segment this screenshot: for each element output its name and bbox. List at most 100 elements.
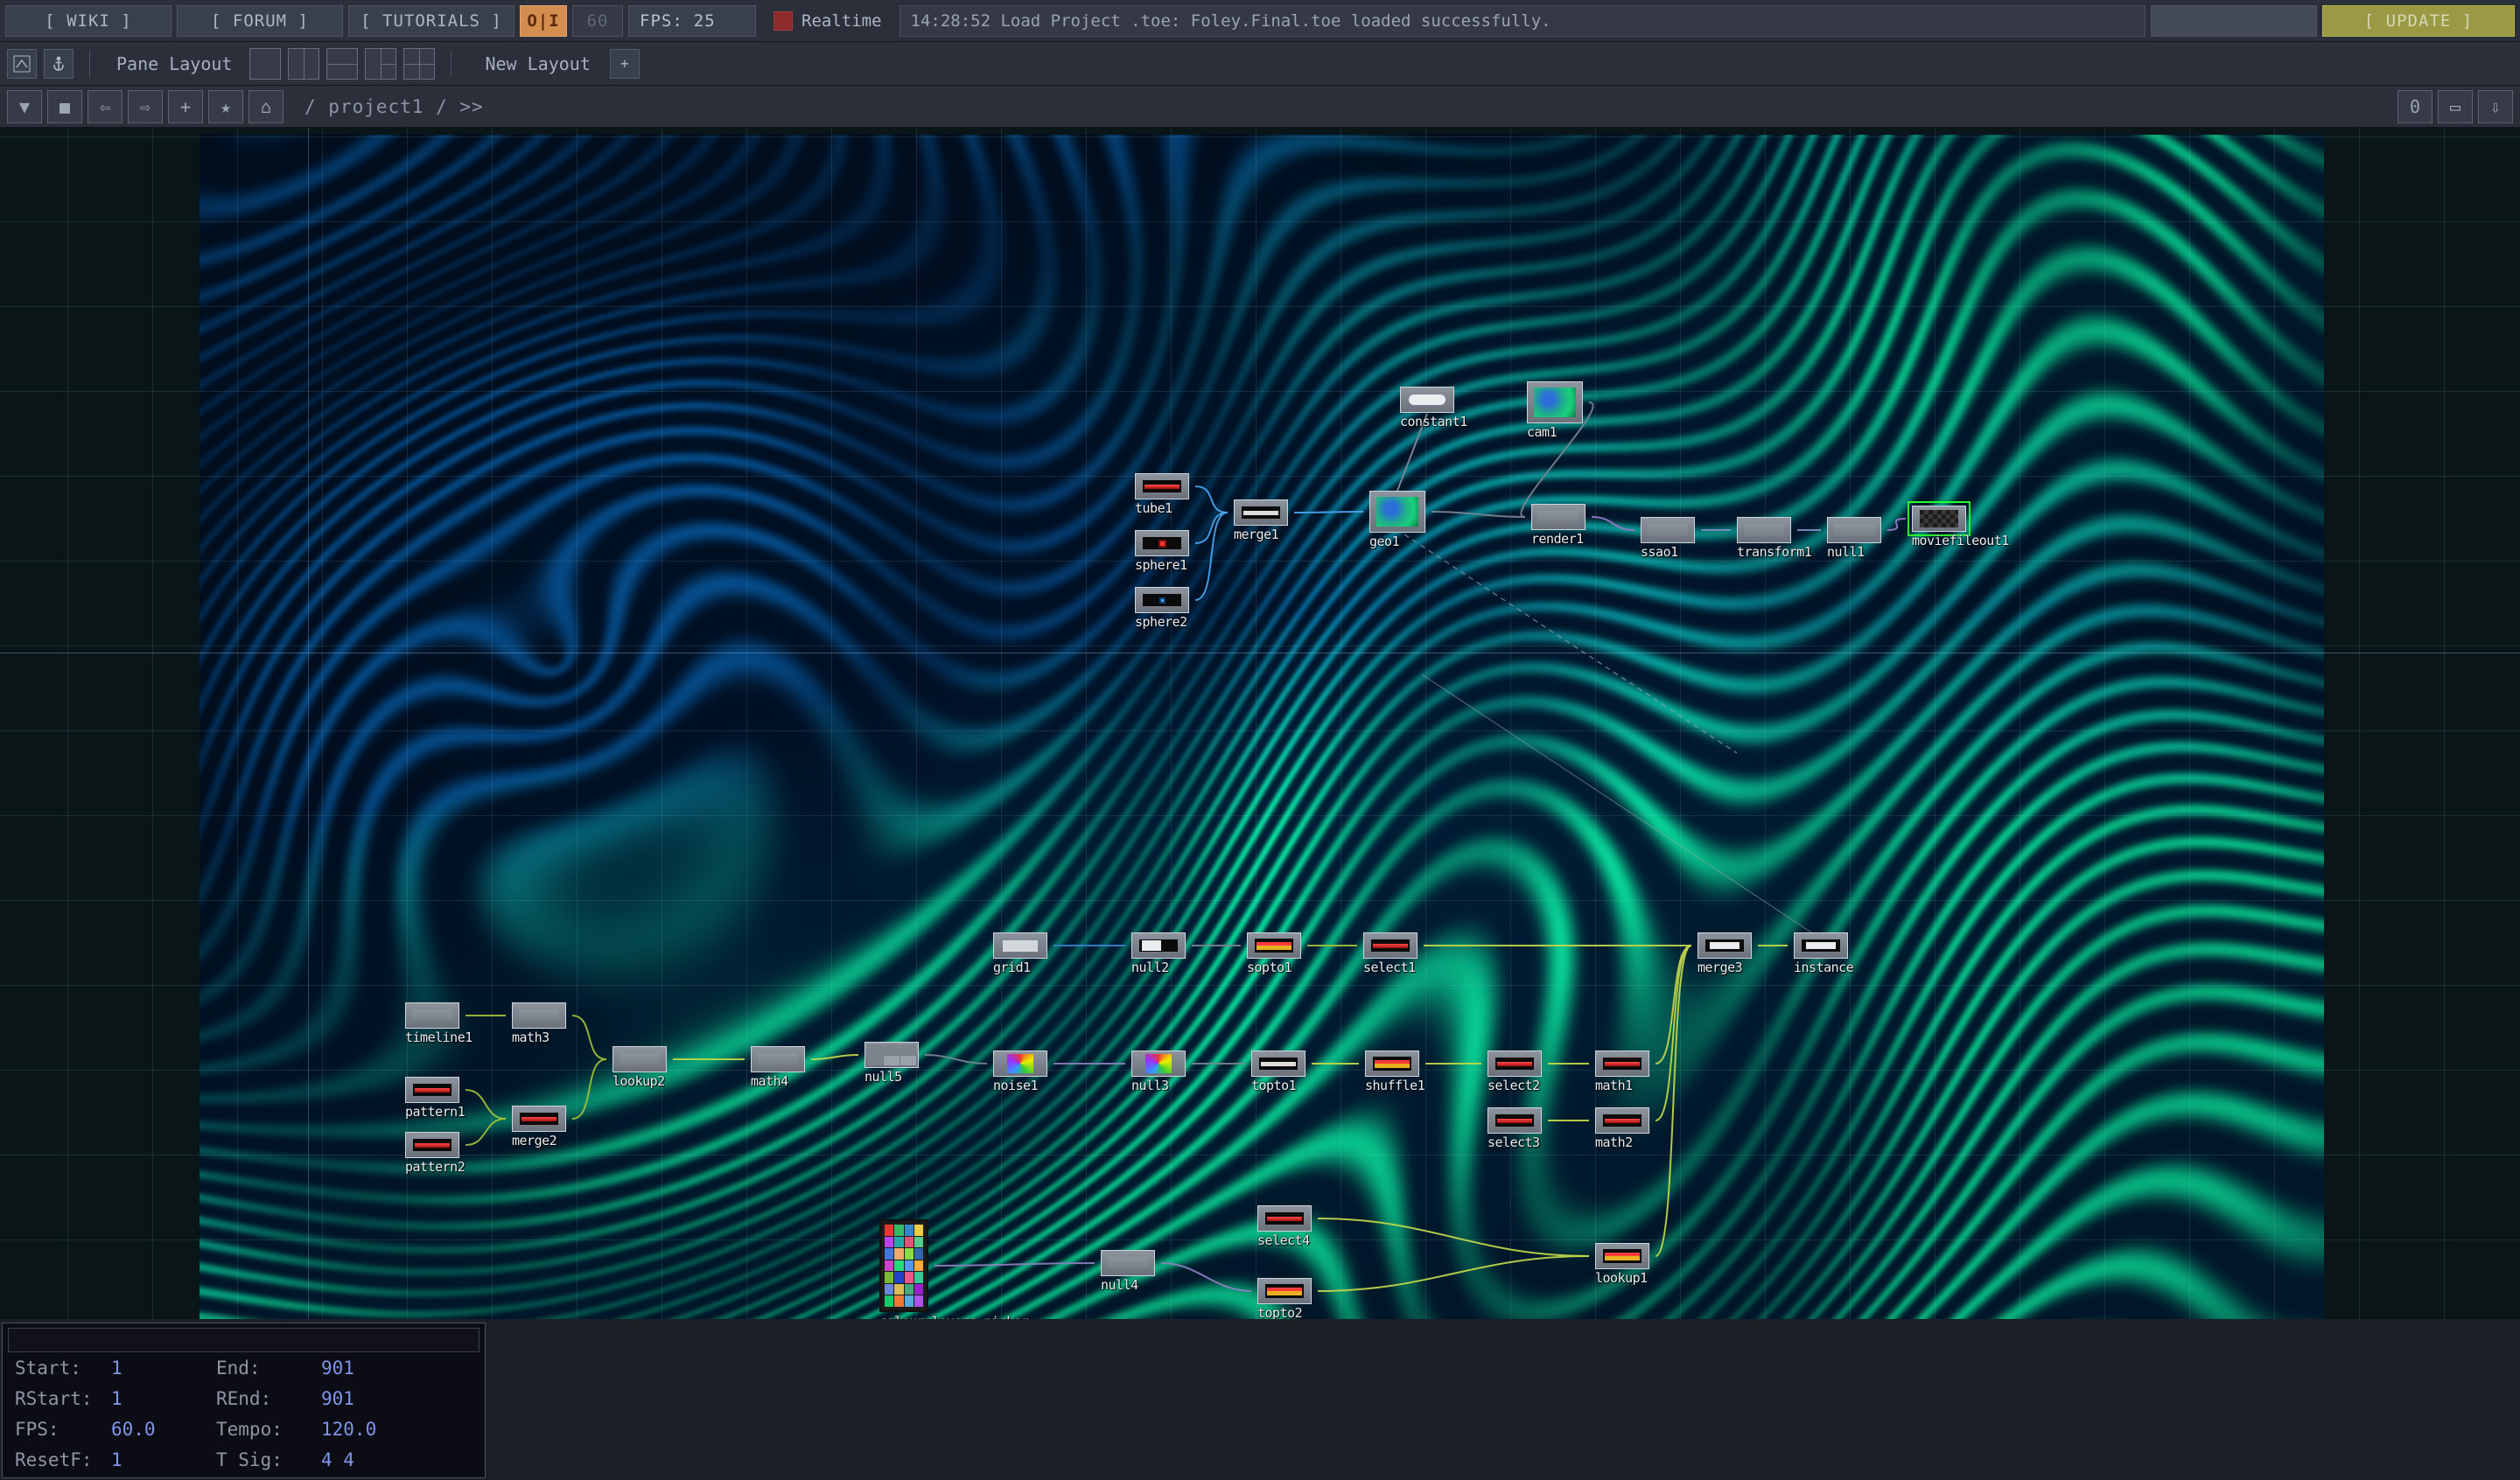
network-node-instance[interactable]: instance [1794,932,1854,975]
network-node-null3[interactable]: null3 [1131,1051,1186,1093]
network-node-noise1[interactable]: noise1 [993,1051,1047,1093]
node-body[interactable] [879,1219,928,1312]
timeline-setting-value-0[interactable]: 1 [111,1358,216,1379]
node-body[interactable] [1527,381,1583,423]
update-button[interactable]: [ UPDATE ] [2322,4,2515,37]
layout-preset-four[interactable] [403,47,436,80]
add-layout-button[interactable]: + [609,48,640,79]
node-body[interactable] [1365,1051,1419,1077]
timeline-setting-value-3[interactable]: 1 [111,1449,216,1470]
node-body[interactable] [512,1106,566,1132]
layout-preset-single[interactable] [249,47,282,80]
cook-toggle-button[interactable]: O|I [520,4,567,37]
window-pane-icon[interactable]: ▭ [2438,89,2473,123]
node-body[interactable] [1369,491,1425,533]
network-node-render1[interactable]: render1 [1531,504,1586,547]
network-node-moviefileout1[interactable]: moviefileout1 [1908,501,2009,548]
node-body[interactable] [1131,932,1186,959]
node-body[interactable] [405,1002,459,1029]
node-body[interactable] [1794,932,1848,959]
node-body[interactable] [1101,1250,1155,1276]
breadcrumb[interactable]: / project1 / >> [304,96,484,117]
node-body[interactable] [1595,1107,1649,1134]
network-node-math4[interactable]: math4 [751,1046,805,1089]
network-node-null1[interactable]: null1 [1827,517,1881,560]
network-node-math1[interactable]: math1 [1595,1051,1649,1093]
network-editor[interactable]: constant1 cam1 tube1 sphere1 sphere2 merge1 ge… [0,128,2520,1319]
network-node-select4[interactable]: select4 [1257,1205,1312,1248]
network-node-sphere2[interactable]: sphere2 [1135,587,1189,630]
network-node-timeline1[interactable]: timeline1 [405,1002,472,1045]
timeline-settings-panel[interactable]: Start: 1 End: 901 RStart: 1 REnd: 901 FPS: 60.0 Te… [2,1323,486,1478]
node-body[interactable] [1135,473,1189,499]
network-node-geo1[interactable]: geo1 [1369,491,1425,549]
network-node-math2[interactable]: math2 [1595,1107,1649,1150]
node-body[interactable] [612,1046,667,1072]
node-body[interactable] [405,1077,459,1103]
network-node-null2[interactable]: null2 [1131,932,1186,975]
node-body[interactable] [1251,1051,1306,1077]
network-node-lookup2[interactable]: lookup2 [612,1046,667,1089]
network-node-merge2[interactable]: merge2 [512,1106,566,1148]
forward-arrow-icon[interactable]: ⇨ [128,89,163,123]
home-icon[interactable]: ⌂ [248,89,284,123]
node-body[interactable] [1135,587,1189,613]
node-body[interactable] [1908,501,1970,536]
node-body[interactable] [1595,1243,1649,1269]
star-icon[interactable]: ★ [208,89,243,123]
timeline-setting-value2-3[interactable]: 4 4 [321,1449,426,1470]
node-body[interactable] [1131,1051,1186,1077]
realtime-toggle[interactable]: Realtime [761,5,894,37]
realtime-checkbox-icon[interactable] [774,10,793,31]
network-node-merge3[interactable]: merge3 [1698,932,1752,975]
node-body[interactable] [1595,1051,1649,1077]
node-body[interactable] [1363,932,1418,959]
network-node-lookup1[interactable]: lookup1 [1595,1243,1649,1286]
wiki-link[interactable]: [ WIKI ] [5,4,172,37]
network-node-ssao1[interactable]: ssao1 [1641,517,1695,560]
layout-preset-two-horizontal[interactable] [326,47,359,80]
network-node-transform1[interactable]: transform1 [1737,517,1812,560]
back-arrow-icon[interactable]: ⇦ [88,89,122,123]
network-node-math3[interactable]: math3 [512,1002,566,1045]
network-node-grid1[interactable]: grid1 [993,932,1047,975]
layout-preset-three[interactable] [365,47,397,80]
cook-rate-field[interactable]: 60 [572,4,623,37]
timeline-setting-value2-1[interactable]: 901 [321,1388,426,1409]
node-body[interactable] [751,1046,805,1072]
network-node-sopto1[interactable]: sopto1 [1247,932,1301,975]
node-body[interactable] [1641,517,1695,543]
node-body[interactable] [1827,517,1881,543]
node-body[interactable] [1257,1278,1312,1304]
network-node-topto1[interactable]: topto1 [1251,1051,1306,1093]
timeline-setting-value-1[interactable]: 1 [111,1388,216,1409]
zero-indicator[interactable]: 0 [2398,89,2432,123]
node-body[interactable] [1698,932,1752,959]
network-node-tube1[interactable]: tube1 [1135,473,1189,516]
node-body[interactable] [993,932,1047,959]
network-node-pattern2[interactable]: pattern2 [405,1132,466,1175]
forum-link[interactable]: [ FORUM ] [177,4,343,37]
timeline-setting-value-2[interactable]: 60.0 [111,1419,216,1440]
network-node-null4[interactable]: null4 [1101,1250,1155,1293]
node-body[interactable] [864,1042,919,1068]
node-body[interactable] [1488,1051,1542,1077]
node-body[interactable] [1531,504,1586,530]
timeline-setting-value2-2[interactable]: 120.0 [321,1419,426,1440]
network-node-select3[interactable]: select3 [1488,1107,1542,1150]
network-node-merge1[interactable]: merge1 [1234,499,1288,542]
node-body[interactable] [1257,1205,1312,1232]
node-body[interactable] [512,1002,566,1029]
node-body[interactable] [405,1132,459,1158]
node-body[interactable] [993,1051,1047,1077]
network-node-pattern1[interactable]: pattern1 [405,1077,466,1120]
network-node-topto2[interactable]: topto2 [1257,1278,1312,1319]
network-node-select2[interactable]: select2 [1488,1051,1542,1093]
anchor-icon[interactable] [44,48,74,79]
network-node-sphere1[interactable]: sphere1 [1135,530,1189,573]
network-node-null5[interactable]: null5 [864,1042,919,1085]
layout-preset-two-vertical[interactable] [288,47,320,80]
window-icon[interactable] [7,48,37,79]
network-node-cam1[interactable]: cam1 [1527,381,1583,440]
node-body[interactable] [1135,530,1189,556]
